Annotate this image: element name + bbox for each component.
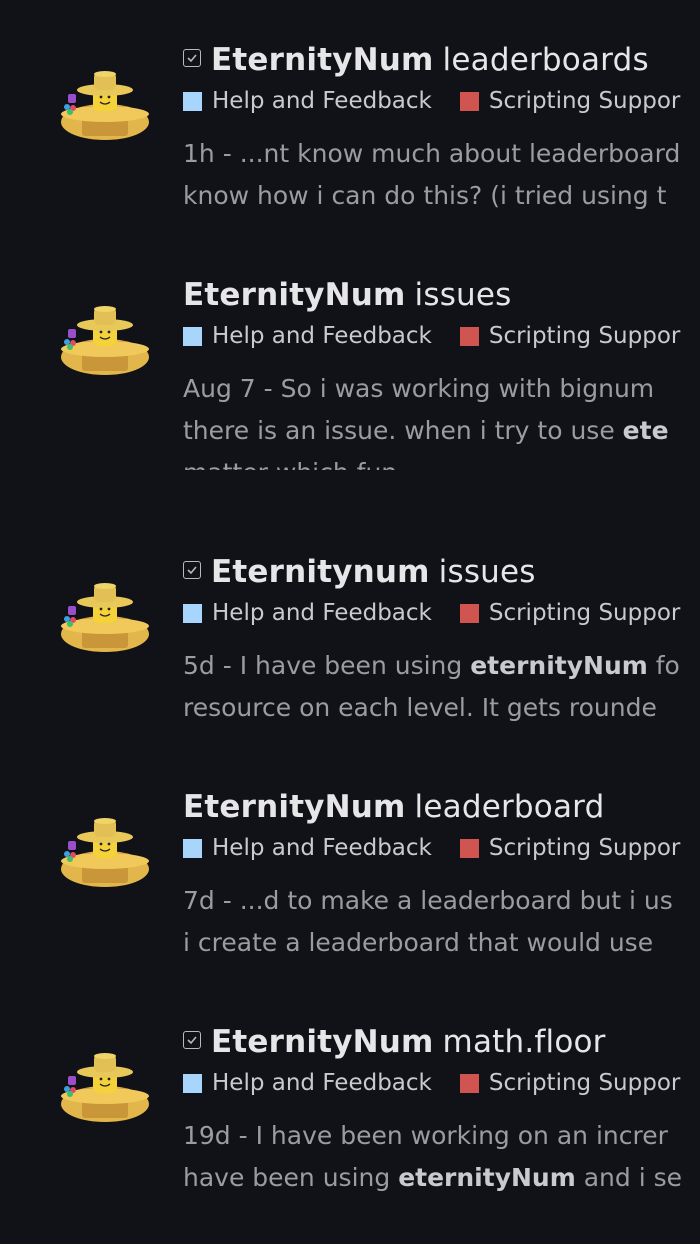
title-rest: leaderboards [442,42,649,78]
search-results-list: EternityNum leaderboards Help and Feedba… [0,0,700,1244]
title-rest: issues [414,277,512,313]
solved-checkbox-icon [183,561,201,579]
user-avatar[interactable] [60,305,150,377]
category-label: Help and Feedback [212,88,432,114]
category-label: Help and Feedback [212,1070,432,1096]
category-badge[interactable]: Help and Feedback [183,600,432,626]
title-keyword: EternityNum [211,42,434,78]
category-badge[interactable]: Help and Feedback [183,323,432,349]
search-result-item[interactable]: EternityNum leaderboards Help and Feedba… [0,0,700,235]
user-avatar[interactable] [60,582,150,654]
category-tags: Help and Feedback Scripting Suppor [183,600,700,626]
highlighted-term: eternityNum [470,651,648,680]
post-date: 1h [183,139,215,168]
excerpt-line-1: 19d - I have been working on an increr [183,1121,668,1150]
category-tags: Help and Feedback Scripting Suppor [183,1070,700,1096]
topic-title[interactable]: Eternitynum issues [183,552,536,592]
category-tags: Help and Feedback Scripting Suppor [183,88,700,114]
topic-title[interactable]: EternityNum leaderboard [183,787,604,827]
solved-checkbox-icon [183,49,201,67]
subcategory-label: Scripting Suppor [488,600,681,626]
category-label: Help and Feedback [212,600,432,626]
category-color-swatch [183,91,202,111]
subcategory-badge[interactable]: Scripting Suppor [459,323,681,349]
search-result-item[interactable]: EternityNum leaderboard Help and Feedbac… [0,747,700,982]
title-rest: issues [438,554,536,590]
title-keyword: EternityNum [183,277,406,313]
excerpt-line-1: 5d - I have been using eternityNum fo [183,651,680,680]
category-label: Help and Feedback [212,835,432,861]
search-result-item[interactable]: EternityNum math.floor Help and Feedback… [0,982,700,1217]
excerpt-line-2: there is an issue. when i try to use ete [183,416,669,445]
subcategory-color-swatch [459,326,479,346]
subcategory-label: Scripting Suppor [488,88,681,114]
title-keyword: EternityNum [211,1024,434,1060]
highlighted-term: eternityNum [398,1163,576,1192]
excerpt-line-1: 7d - ...d to make a leaderboard but i us [183,886,673,915]
category-color-swatch [183,1073,202,1093]
topic-excerpt: 5d - I have been using eternityNum fo re… [183,645,680,729]
category-color-swatch [183,838,202,858]
post-date: 7d [183,886,215,915]
excerpt-line-2: resource on each level. It gets rounde [183,693,657,722]
subcategory-badge[interactable]: Scripting Suppor [459,1070,681,1096]
subcategory-color-swatch [459,838,479,858]
subcategory-badge[interactable]: Scripting Suppor [459,88,681,114]
category-badge[interactable]: Help and Feedback [183,1070,432,1096]
title-rest: math.floor [442,1024,606,1060]
subcategory-color-swatch [459,1073,479,1093]
category-badge[interactable]: Help and Feedback [183,88,432,114]
excerpt-line-2: know how i can do this? (i tried using t [183,181,667,210]
topic-excerpt: 7d - ...d to make a leaderboard but i us… [183,880,673,964]
title-keyword: Eternitynum [211,554,430,590]
title-keyword: EternityNum [183,789,406,825]
post-date: Aug 7 [183,374,256,403]
subcategory-label: Scripting Suppor [488,323,681,349]
category-tags: Help and Feedback Scripting Suppor [183,323,700,349]
user-avatar[interactable] [60,1052,150,1124]
excerpt-line-1: 1h - ...nt know much about leaderboard [183,139,681,168]
subcategory-badge[interactable]: Scripting Suppor [459,600,681,626]
search-result-item[interactable]: Eternitynum issues Help and Feedback Scr… [0,512,700,747]
category-tags: Help and Feedback Scripting Suppor [183,835,700,861]
title-rest: leaderboard [414,789,605,825]
search-result-item[interactable]: EternityNum issues Help and Feedback Scr… [0,235,700,470]
excerpt-line-1: Aug 7 - So i was working with bignum [183,374,655,403]
solved-checkbox-icon [183,1031,201,1049]
excerpt-line-2: have been using eternityNum and i se [183,1163,682,1192]
subcategory-label: Scripting Suppor [488,835,681,861]
topic-title[interactable]: EternityNum leaderboards [183,40,649,80]
category-color-swatch [183,603,202,623]
topic-title[interactable]: EternityNum issues [183,275,512,315]
user-avatar[interactable] [60,817,150,889]
highlighted-term: ete [622,416,669,445]
post-date: 19d [183,1121,231,1150]
excerpt-line-3: matter which fun... [183,452,669,470]
category-label: Help and Feedback [212,323,432,349]
topic-excerpt: 19d - I have been working on an increr h… [183,1115,682,1199]
subcategory-badge[interactable]: Scripting Suppor [459,835,681,861]
topic-excerpt: 1h - ...nt know much about leaderboard k… [183,133,680,217]
subcategory-label: Scripting Suppor [488,1070,681,1096]
category-badge[interactable]: Help and Feedback [183,835,432,861]
excerpt-line-2: i create a leaderboard that would use [183,928,654,957]
post-date: 5d [183,651,215,680]
user-avatar[interactable] [60,70,150,142]
subcategory-color-swatch [459,91,479,111]
topic-title[interactable]: EternityNum math.floor [183,1022,606,1062]
subcategory-color-swatch [459,603,479,623]
topic-excerpt: Aug 7 - So i was working with bignum the… [183,368,669,470]
category-color-swatch [183,326,202,346]
